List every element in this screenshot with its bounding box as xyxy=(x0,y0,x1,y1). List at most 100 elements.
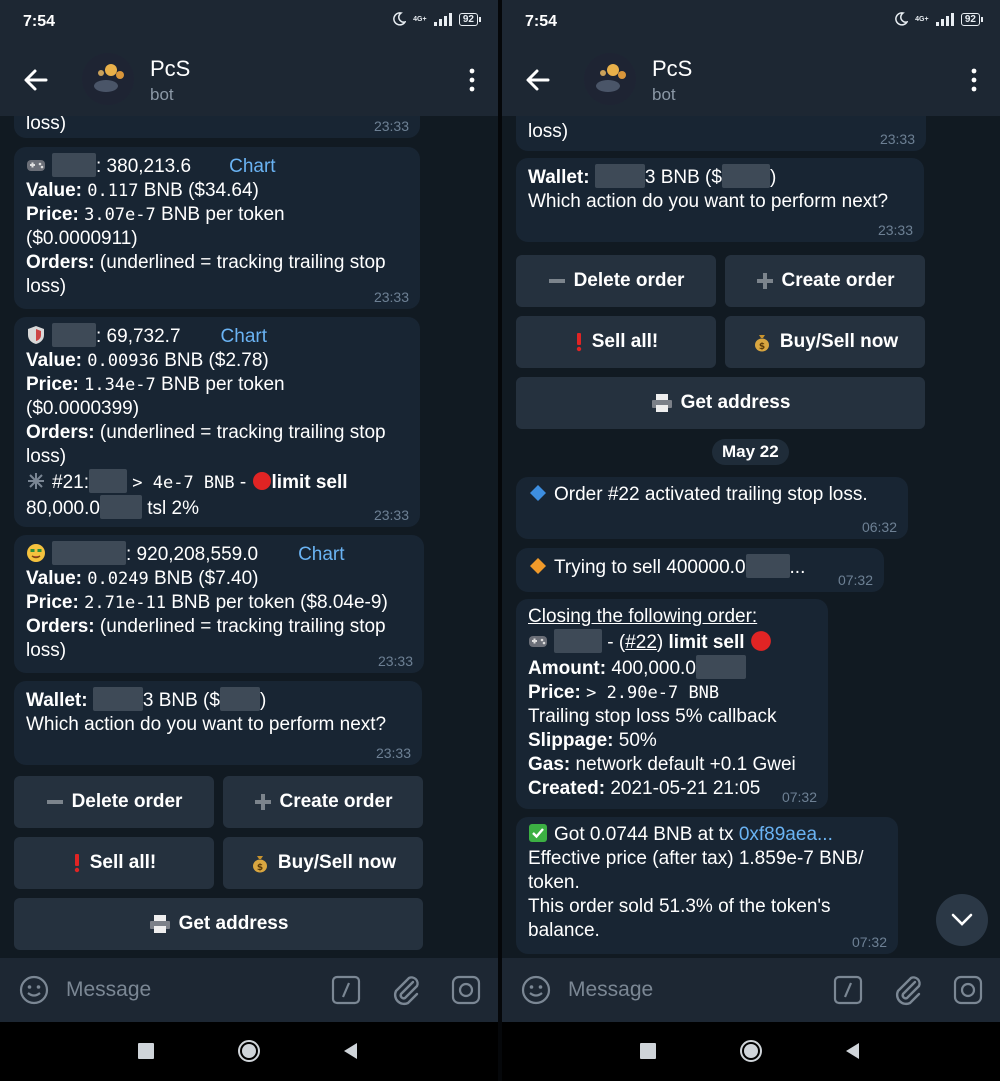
svg-text:$: $ xyxy=(759,342,765,352)
moon-icon xyxy=(895,12,908,26)
message-bubble: Wallet: 3 BNB ($) Which action do you wa… xyxy=(14,681,422,765)
message-bubble: Order #22 activated trailing stop loss. … xyxy=(516,477,908,539)
shield-icon xyxy=(28,326,44,344)
message-list[interactable]: loss) 23:33 Wallet: 3 BNB ($) Which acti… xyxy=(502,116,1000,958)
chart-link[interactable]: Chart xyxy=(221,326,267,347)
message-composer: Message xyxy=(0,958,498,1022)
message-bubble: : 69,732.7 Chart Value: 0.00936 BNB ($2.7… xyxy=(14,317,420,527)
message-input[interactable]: Message xyxy=(568,978,653,1002)
network-type: 4G+ xyxy=(413,15,427,23)
home-nav-icon[interactable] xyxy=(739,1039,763,1063)
signal-icon xyxy=(433,12,452,26)
sparkle-icon xyxy=(28,473,44,489)
sell-all-button[interactable]: Sell all! xyxy=(14,837,214,889)
create-order-button[interactable]: Create order xyxy=(725,255,925,307)
avatar[interactable] xyxy=(82,53,134,105)
get-address-button[interactable]: Get address xyxy=(516,377,925,429)
exclamation-icon xyxy=(74,854,79,873)
battery-icon: 92 xyxy=(960,12,984,26)
message-composer: Message xyxy=(502,958,1000,1022)
orange-diamond-icon xyxy=(530,558,546,574)
back-arrow-icon[interactable] xyxy=(520,62,556,98)
status-bar: 7:54 4G+ 92 xyxy=(0,0,498,44)
printer-icon xyxy=(651,394,672,412)
exclamation-icon xyxy=(576,333,581,352)
battery-icon: 92 xyxy=(458,12,482,26)
chat-header: PcS bot xyxy=(502,44,1000,116)
check-mark-icon xyxy=(529,824,547,842)
scroll-down-button[interactable] xyxy=(936,894,988,946)
chat-subtitle: bot xyxy=(150,85,174,104)
minus-icon xyxy=(548,279,565,283)
money-bag-icon: $ xyxy=(754,335,769,352)
status-time: 7:54 xyxy=(525,13,558,30)
command-icon[interactable] xyxy=(833,975,863,1005)
message-bubble: : 380,213.6 Chart Value: 0.117 BNB ($34.6… xyxy=(14,147,420,309)
game-controller-icon xyxy=(529,636,547,647)
tx-link[interactable]: 0xf89aea... xyxy=(739,824,833,845)
printer-icon xyxy=(149,915,170,933)
back-arrow-icon[interactable] xyxy=(18,62,54,98)
back-nav-icon[interactable] xyxy=(844,1042,860,1060)
blue-diamond-icon xyxy=(530,485,546,501)
square-nav-icon[interactable] xyxy=(138,1043,154,1059)
avatar[interactable] xyxy=(584,53,636,105)
game-controller-icon xyxy=(27,160,45,171)
emoji-icon[interactable] xyxy=(521,975,551,1005)
more-vert-icon[interactable] xyxy=(468,68,476,92)
buy-sell-now-button[interactable]: $ Buy/Sell now xyxy=(223,837,423,889)
money-bag-icon: $ xyxy=(252,856,267,873)
attach-icon[interactable] xyxy=(391,973,423,1007)
sell-all-button[interactable]: Sell all! xyxy=(516,316,716,368)
left-screen: 7:54 4G+ 92 PcS bot loss) 23:33 : 380,21… xyxy=(0,0,498,1081)
message-list[interactable]: loss) 23:33 : 380,213.6 Chart Value: 0.11… xyxy=(0,116,498,958)
more-vert-icon[interactable] xyxy=(970,68,978,92)
chat-title: PcS xyxy=(652,56,693,81)
money-face-icon xyxy=(27,544,45,562)
status-time: 7:54 xyxy=(23,13,56,30)
status-bar: 7:54 4G+ 92 xyxy=(502,0,1000,44)
red-circle-icon xyxy=(750,631,771,651)
order-ref-link[interactable]: #22 xyxy=(625,632,657,653)
message-bubble: Trying to sell 400000.0... 07:32 xyxy=(516,548,884,592)
right-screen: 7:54 4G+ 92 PcS bot loss) 23:33 Wallet: … xyxy=(502,0,1000,1081)
chart-link[interactable]: Chart xyxy=(229,156,275,177)
message-bubble: Got 0.0744 BNB at tx 0xf89aea... Effecti… xyxy=(516,817,898,954)
camera-icon[interactable] xyxy=(451,975,481,1005)
delete-order-button[interactable]: Delete order xyxy=(14,776,214,828)
delete-order-button[interactable]: Delete order xyxy=(516,255,716,307)
svg-text:$: $ xyxy=(257,863,263,873)
chart-link[interactable]: Chart xyxy=(298,544,344,565)
message-bubble: Wallet: 3 BNB ($) Which action do you wa… xyxy=(516,158,924,242)
command-icon[interactable] xyxy=(331,975,361,1005)
minus-icon xyxy=(46,800,63,804)
redacted-token xyxy=(52,153,96,177)
create-order-button[interactable]: Create order xyxy=(223,776,423,828)
date-separator: May 22 xyxy=(712,439,789,465)
network-type: 4G+ xyxy=(915,15,929,23)
system-nav-bar xyxy=(0,1022,498,1081)
square-nav-icon[interactable] xyxy=(640,1043,656,1059)
moon-icon xyxy=(393,12,406,26)
home-nav-icon[interactable] xyxy=(237,1039,261,1063)
message-bubble: Closing the following order: - (#22) lim… xyxy=(516,599,828,809)
emoji-icon[interactable] xyxy=(19,975,49,1005)
message-input[interactable]: Message xyxy=(66,978,151,1002)
signal-icon xyxy=(935,12,954,26)
get-address-button[interactable]: Get address xyxy=(14,898,423,950)
chat-subtitle: bot xyxy=(652,85,676,104)
message-bubble: loss) 23:33 xyxy=(14,116,420,138)
buy-sell-now-button[interactable]: $ Buy/Sell now xyxy=(725,316,925,368)
red-circle-icon xyxy=(252,472,271,490)
chat-header: PcS bot xyxy=(0,44,498,116)
message-bubble: loss) 23:33 xyxy=(516,116,926,151)
attach-icon[interactable] xyxy=(893,973,925,1007)
camera-icon[interactable] xyxy=(953,975,983,1005)
plus-icon xyxy=(756,273,773,289)
chat-title: PcS xyxy=(150,56,191,81)
system-nav-bar xyxy=(502,1022,1000,1081)
plus-icon xyxy=(254,794,271,810)
chevron-down-icon xyxy=(951,913,973,926)
message-bubble: : 920,208,559.0 Chart Value: 0.0249 BNB (… xyxy=(14,535,424,673)
back-nav-icon[interactable] xyxy=(342,1042,358,1060)
